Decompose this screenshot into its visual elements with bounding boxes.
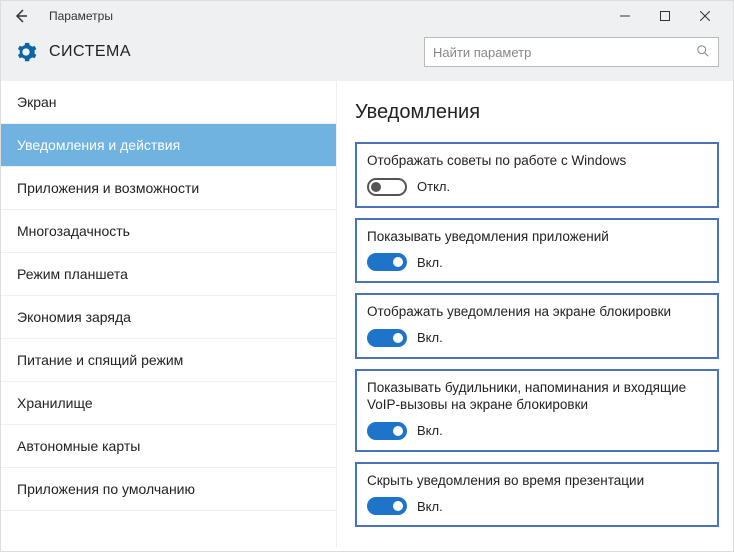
toggle-state-label: Вкл.: [417, 255, 443, 270]
toggle-switch[interactable]: [367, 497, 407, 515]
sidebar-item-label: Хранилище: [17, 395, 93, 411]
setting-label: Показывать уведомления приложений: [367, 228, 707, 246]
maximize-icon: [660, 11, 670, 21]
gear-icon: [15, 41, 37, 63]
search-icon: [696, 44, 710, 61]
toggle-switch[interactable]: [367, 422, 407, 440]
close-button[interactable]: [685, 1, 725, 31]
sidebar-item[interactable]: Экран: [1, 81, 336, 124]
setting-box: Отображать советы по работе с Windows Отк…: [355, 142, 719, 208]
minimize-button[interactable]: [605, 1, 645, 31]
window-controls: [605, 1, 725, 31]
toggle-row: Вкл.: [367, 422, 707, 440]
close-icon: [700, 11, 710, 21]
toggle-row: Откл.: [367, 178, 707, 196]
sidebar-item-label: Режим планшета: [17, 266, 128, 282]
system-heading: СИСТЕМА: [49, 43, 131, 61]
toggle-state-label: Вкл.: [417, 499, 443, 514]
setting-label: Отображать советы по работе с Windows: [367, 152, 707, 170]
sidebar-item[interactable]: Приложения и возможности: [1, 167, 336, 210]
sidebar-item[interactable]: Питание и спящий режим: [1, 339, 336, 382]
setting-box: Показывать будильники, напоминания и вхо…: [355, 369, 719, 452]
back-arrow-icon: [13, 8, 29, 24]
sidebar-item-label: Уведомления и действия: [17, 137, 180, 153]
sidebar-item-label: Экран: [17, 94, 57, 110]
setting-box: Скрыть уведомления во время презентации В…: [355, 462, 719, 528]
content-pane: Уведомления Отображать советы по работе …: [337, 81, 733, 547]
settings-list: Отображать советы по работе с Windows Отк…: [355, 142, 719, 527]
toggle-row: Вкл.: [367, 329, 707, 347]
search-input[interactable]: [433, 45, 696, 60]
sidebar-item[interactable]: Автономные карты: [1, 425, 336, 468]
sidebar-item-label: Приложения по умолчанию: [17, 481, 195, 497]
toggle-row: Вкл.: [367, 497, 707, 515]
toggle-switch[interactable]: [367, 253, 407, 271]
setting-box: Отображать уведомления на экране блокиро…: [355, 293, 719, 359]
sidebar-item[interactable]: Уведомления и действия: [1, 124, 336, 167]
back-button[interactable]: [11, 6, 31, 26]
sidebar: Экран Уведомления и действия Приложения и …: [1, 81, 337, 547]
sidebar-item-label: Экономия заряда: [17, 309, 131, 325]
toggle-state-label: Вкл.: [417, 423, 443, 438]
sidebar-item[interactable]: Режим планшета: [1, 253, 336, 296]
search-box[interactable]: [424, 37, 719, 67]
toggle-state-label: Откл.: [417, 179, 450, 194]
sidebar-item[interactable]: Многозадачность: [1, 210, 336, 253]
toggle-switch[interactable]: [367, 329, 407, 347]
toggle-row: Вкл.: [367, 253, 707, 271]
sidebar-item-label: Автономные карты: [17, 438, 140, 454]
titlebar: Параметры: [1, 1, 733, 31]
sidebar-item-label: Питание и спящий режим: [17, 352, 183, 368]
window-title: Параметры: [49, 9, 113, 23]
content-title: Уведомления: [355, 101, 719, 124]
sidebar-item[interactable]: Экономия заряда: [1, 296, 336, 339]
maximize-button[interactable]: [645, 1, 685, 31]
setting-label: Показывать будильники, напоминания и вхо…: [367, 379, 707, 414]
setting-label: Отображать уведомления на экране блокиро…: [367, 303, 707, 321]
setting-box: Показывать уведомления приложений Вкл.: [355, 218, 719, 284]
toggle-switch[interactable]: [367, 178, 407, 196]
toggle-state-label: Вкл.: [417, 330, 443, 345]
sidebar-item-label: Многозадачность: [17, 223, 130, 239]
sidebar-item[interactable]: Хранилище: [1, 382, 336, 425]
setting-label: Скрыть уведомления во время презентации: [367, 472, 707, 490]
sidebar-item-label: Приложения и возможности: [17, 180, 199, 196]
sidebar-item[interactable]: Приложения по умолчанию: [1, 468, 336, 511]
header: СИСТЕМА: [1, 31, 733, 81]
body: Экран Уведомления и действия Приложения и …: [1, 81, 733, 547]
minimize-icon: [620, 11, 630, 21]
